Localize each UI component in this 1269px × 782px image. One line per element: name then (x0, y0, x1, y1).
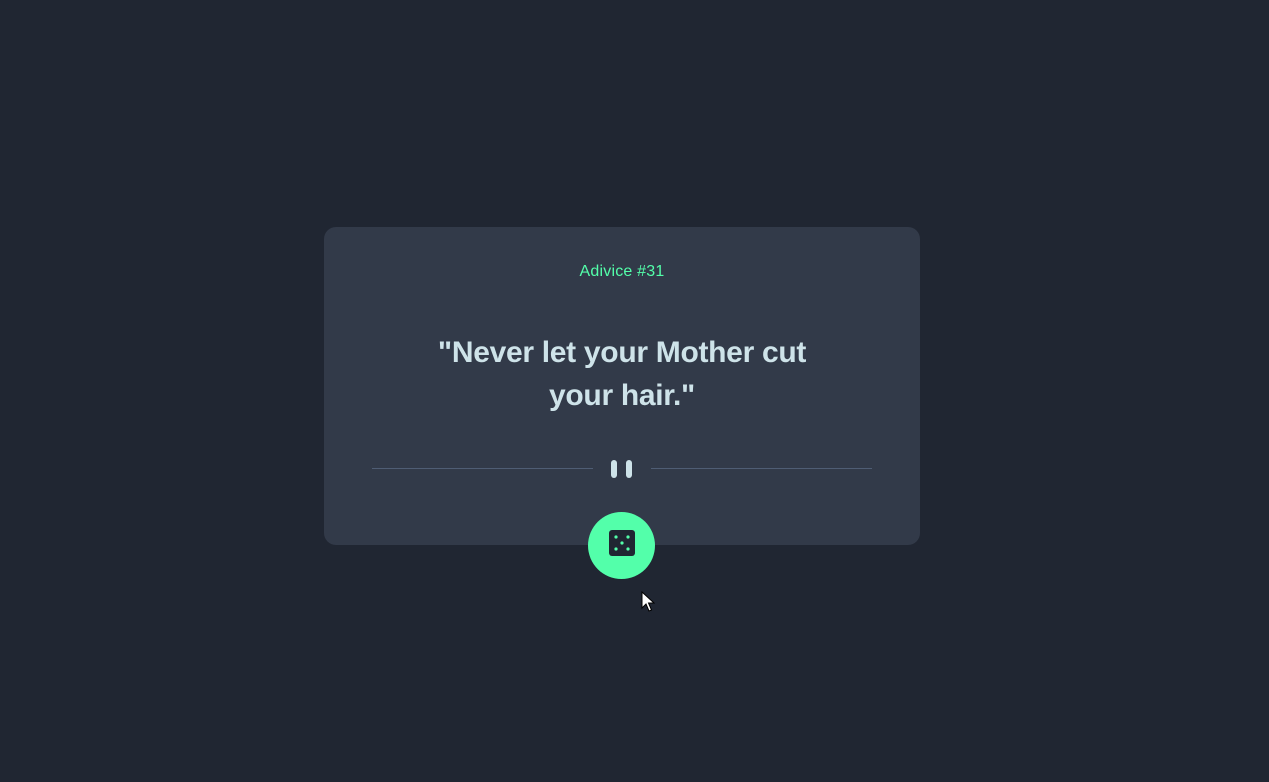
mouse-cursor-icon (641, 591, 655, 612)
divider-line-left (372, 468, 593, 469)
new-advice-button[interactable] (588, 512, 655, 579)
dice-icon (609, 530, 635, 556)
pause-icon (610, 460, 634, 478)
advice-quote: "Never let your Mother cut your hair." (437, 336, 807, 412)
divider-line-right (651, 468, 872, 469)
advice-number: Adivice #31 (579, 263, 665, 280)
pattern-divider (372, 459, 872, 479)
advice-card: Adivice #31 "Never let your Mother cut y… (324, 227, 920, 545)
